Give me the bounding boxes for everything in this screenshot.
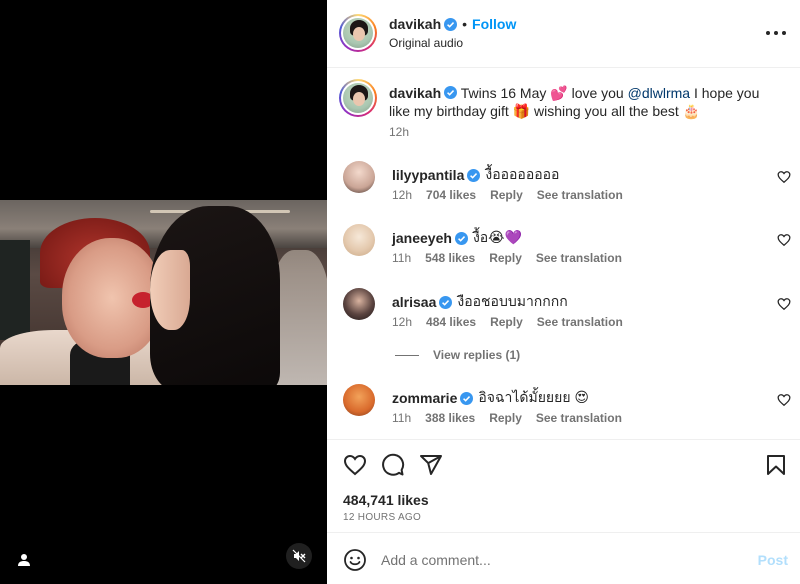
caption-username[interactable]: davikah bbox=[389, 85, 441, 101]
comment-meta: 11h 548 likes Reply See translation bbox=[392, 251, 622, 265]
comment-line: janeeyeh งื้อ😭💜 bbox=[392, 227, 522, 249]
heart-icon[interactable] bbox=[777, 170, 791, 184]
post-timestamp: 12 HOURS AGO bbox=[343, 512, 422, 523]
author-username[interactable]: davikah bbox=[389, 16, 441, 32]
video-face-right bbox=[150, 250, 190, 330]
comment-text: อิจฉาได้มั้ยยยย 😍 bbox=[478, 389, 590, 405]
comment-icon[interactable] bbox=[381, 453, 405, 477]
comment-meta: 12h 704 likes Reply See translation bbox=[392, 188, 623, 202]
verified-icon bbox=[460, 391, 474, 405]
caption-avatar[interactable] bbox=[339, 79, 377, 117]
comment-likes[interactable]: 704 likes bbox=[426, 188, 476, 202]
comment-item: lilyypantila งื้ออออออออ 12h 704 likes R… bbox=[327, 161, 800, 221]
author-avatar[interactable] bbox=[339, 14, 377, 52]
view-replies-label: View replies (1) bbox=[433, 348, 521, 362]
comment-text: งืออชอบบมากกกก bbox=[457, 293, 568, 309]
verified-icon bbox=[454, 231, 468, 245]
post-header: davikah • Follow Original audio bbox=[327, 0, 800, 68]
comment-line: lilyypantila งื้ออออออออ bbox=[392, 164, 559, 186]
commenter-avatar[interactable] bbox=[343, 161, 375, 193]
mute-icon bbox=[292, 549, 306, 563]
video-bg-left bbox=[0, 240, 30, 340]
heart-icon[interactable] bbox=[777, 297, 791, 311]
media-panel bbox=[0, 0, 327, 584]
more-options-button[interactable] bbox=[766, 26, 786, 40]
likes-count[interactable]: 484,741 likes bbox=[343, 492, 429, 508]
see-translation-button[interactable]: See translation bbox=[537, 188, 623, 202]
comment-time: 12h bbox=[392, 188, 413, 202]
more-icon bbox=[766, 31, 770, 35]
reply-button[interactable]: Reply bbox=[490, 188, 523, 202]
comment-item: janeeyeh งื้อ😭💜 11h 548 likes Reply See … bbox=[327, 224, 800, 284]
comment-line: alrisaa งืออชอบบมากกกก bbox=[392, 291, 568, 313]
commenter-avatar[interactable] bbox=[343, 288, 375, 320]
reply-button[interactable]: Reply bbox=[490, 315, 523, 329]
caption-time: 12h bbox=[389, 125, 410, 139]
user-tag-button[interactable] bbox=[12, 548, 36, 572]
reply-button[interactable]: Reply bbox=[489, 251, 522, 265]
comment-likes[interactable]: 388 likes bbox=[425, 411, 475, 425]
comment-username[interactable]: alrisaa bbox=[392, 294, 436, 310]
heart-icon[interactable] bbox=[777, 393, 791, 407]
see-translation-button[interactable]: See translation bbox=[536, 411, 622, 425]
comment-meta: 11h 388 likes Reply See translation bbox=[392, 411, 622, 425]
audio-link[interactable]: Original audio bbox=[389, 36, 463, 50]
verified-icon bbox=[444, 86, 458, 99]
caption-body: Twins 16 May 💕 love you bbox=[460, 85, 628, 101]
comment-likes[interactable]: 484 likes bbox=[426, 315, 476, 329]
comment-input[interactable] bbox=[381, 547, 721, 573]
commenter-avatar[interactable] bbox=[343, 384, 375, 416]
comment-username[interactable]: zommarie bbox=[392, 390, 457, 406]
reel-video[interactable] bbox=[0, 200, 327, 385]
comment-likes[interactable]: 548 likes bbox=[425, 251, 475, 265]
heart-icon[interactable] bbox=[777, 233, 791, 247]
comment-text: งื้ออออออออ bbox=[485, 166, 560, 182]
follow-button[interactable]: Follow bbox=[472, 16, 516, 32]
mute-button[interactable] bbox=[286, 543, 312, 569]
verified-icon bbox=[444, 17, 458, 31]
post-comment-button[interactable]: Post bbox=[758, 552, 788, 568]
user-tag-icon bbox=[18, 554, 30, 566]
comment-time: 11h bbox=[392, 411, 412, 425]
comment-time: 11h bbox=[392, 251, 412, 265]
post-panel: davikah • Follow Original audio davikah … bbox=[327, 0, 800, 584]
replies-divider bbox=[395, 354, 419, 356]
commenter-avatar[interactable] bbox=[343, 224, 375, 256]
post-caption: davikah Twins 16 May 💕 love you @dlwlrma… bbox=[327, 68, 800, 148]
caption-text: davikah Twins 16 May 💕 love you @dlwlrma… bbox=[389, 84, 779, 120]
dot-separator: • bbox=[462, 16, 468, 32]
see-translation-button[interactable]: See translation bbox=[536, 251, 622, 265]
comment-meta: 12h 484 likes Reply See translation bbox=[392, 315, 623, 329]
post-actions: 484,741 likes 12 HOURS AGO Post bbox=[327, 439, 800, 584]
comment-line: zommarie อิจฉาได้มั้ยยยย 😍 bbox=[392, 387, 589, 409]
comment-time: 12h bbox=[392, 315, 413, 329]
emoji-icon[interactable] bbox=[343, 548, 367, 572]
comment-item: alrisaa งืออชอบบมากกกก 12h 484 likes Rep… bbox=[327, 288, 800, 348]
see-translation-button[interactable]: See translation bbox=[537, 315, 623, 329]
reply-button[interactable]: Reply bbox=[489, 411, 522, 425]
verified-icon bbox=[439, 295, 453, 309]
comment-username[interactable]: lilyypantila bbox=[392, 167, 464, 183]
bookmark-icon[interactable] bbox=[764, 453, 788, 477]
author-line: davikah • Follow bbox=[389, 16, 516, 32]
comment-composer: Post bbox=[327, 532, 800, 584]
comment-username[interactable]: janeeyeh bbox=[392, 230, 452, 246]
view-replies-button[interactable]: View replies (1) bbox=[395, 348, 520, 362]
verified-icon bbox=[467, 168, 481, 182]
share-icon[interactable] bbox=[419, 453, 443, 477]
like-icon[interactable] bbox=[343, 453, 367, 477]
comment-item: zommarie อิจฉาได้มั้ยยยย 😍 11h 388 likes… bbox=[327, 384, 800, 444]
caption-mention[interactable]: @dlwlrma bbox=[628, 85, 690, 101]
comment-text: งื้อ😭💜 bbox=[472, 229, 522, 245]
